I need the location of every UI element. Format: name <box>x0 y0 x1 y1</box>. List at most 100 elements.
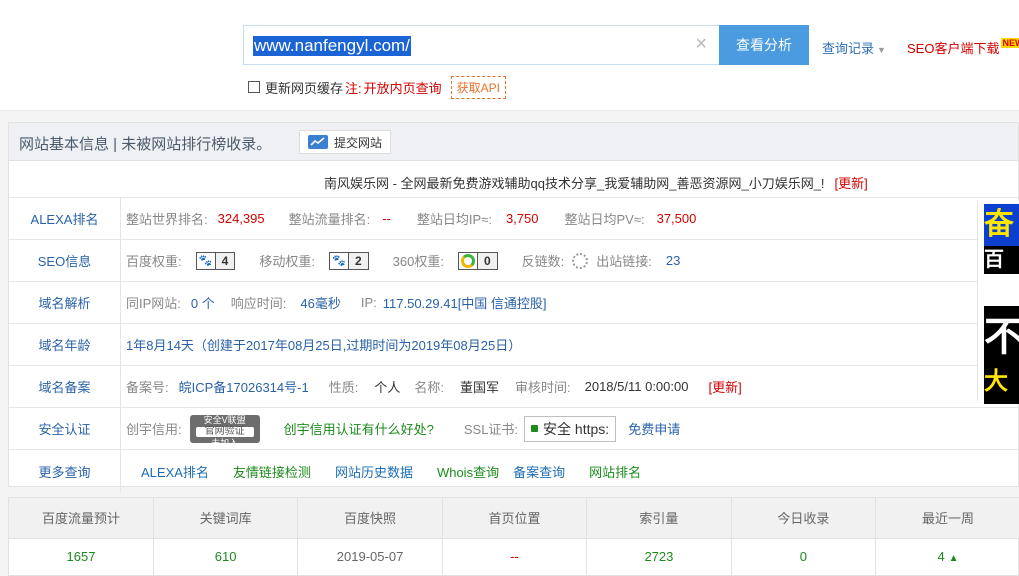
panel-header: 网站基本信息 | 未被网站排行榜收录。 提交网站 <box>9 123 1018 161</box>
traffic-rank-value: -- <box>382 211 391 226</box>
arrow-up-icon: ▲ <box>948 553 959 565</box>
icp-no-value[interactable]: 皖ICP备17026314号-1 <box>179 377 309 396</box>
more-link-history[interactable]: 网站历史数据 <box>335 462 413 481</box>
badge-bottom-text: 未加入 <box>211 437 239 448</box>
mobile-weight-badge[interactable]: 🐾 2 <box>328 251 369 270</box>
domain-label[interactable]: 域名解析 <box>9 282 121 323</box>
query-history-label[interactable]: 查询记录 <box>822 41 874 56</box>
stats-header: 最近一周 <box>875 498 1019 539</box>
keyword-count-value[interactable]: 610 <box>153 538 299 575</box>
alexa-body: 整站世界排名: 324,395 整站流量排名: -- 整站日均IP≈: 3,75… <box>121 198 1018 239</box>
site-info-panel: 网站基本信息 | 未被网站排行榜收录。 提交网站 南风娱乐网 - 全网最新免费游… <box>8 122 1019 492</box>
outlinks-value[interactable]: 23 <box>666 253 680 268</box>
submit-site-button[interactable]: 提交网站 <box>299 130 392 154</box>
open-inner-page-link[interactable]: 开放内页查询 <box>364 78 442 97</box>
update-title-link[interactable]: [更新] <box>835 176 868 191</box>
ssl-badge-label: 安全 https: <box>543 420 610 437</box>
lock-icon <box>531 425 539 432</box>
mobile-weight-key: 移动权重: <box>259 254 315 269</box>
refresh-cache-label[interactable]: 更新网页缓存 <box>265 78 343 97</box>
panel-title: 网站基本信息 | 未被网站排行榜收录。 <box>19 136 272 153</box>
more-queries-row: 更多查询 ALEXA排名 友情链接检测 网站历史数据 Whois查询 备案查询 … <box>9 450 1018 492</box>
seo-row: SEO信息 百度权重: 🐾 4 移动权重: 🐾 2 360权重: 0 反链数: 出站… <box>9 240 1018 282</box>
daily-ip-value: 3,750 <box>505 211 539 226</box>
same-ip-value[interactable]: 0 个 <box>191 293 215 312</box>
stats-header: 百度快照 <box>297 498 443 539</box>
icp-audit-value: 2018/5/11 0:00:00 <box>584 379 689 394</box>
stats-value-row: 1657 610 2019-05-07 -- 2723 0 4 ▲ <box>9 538 1019 575</box>
icp-name-key: 名称: <box>414 380 444 395</box>
alexa-row: ALEXA排名 整站世界排名: 324,395 整站流量排名: -- 整站日均I… <box>9 198 1018 240</box>
more-link-whois[interactable]: Whois查询 <box>437 462 499 481</box>
index-count-value[interactable]: 2723 <box>586 538 732 575</box>
icp-name-value: 董国军 <box>459 380 499 395</box>
get-api-link[interactable]: 获取API <box>450 75 506 99</box>
icp-update-link[interactable]: [更新] <box>708 377 741 396</box>
submit-site-label[interactable]: 提交网站 <box>334 134 382 151</box>
site-title-text: 南风娱乐网 - 全网最新免费游戏辅助qq技术分享_我爱辅助网_善恶资源网_小刀娱… <box>324 176 825 191</box>
more-link-site-rank[interactable]: 网站排名 <box>589 462 641 481</box>
today-indexed-value[interactable]: 0 <box>731 538 877 575</box>
icp-no-key: 备案号: <box>126 380 169 395</box>
trust-benefit-link[interactable]: 创宇信用认证有什么好处? <box>284 419 434 438</box>
baidu-snapshot-value[interactable]: 2019-05-07 <box>297 538 443 575</box>
ad-text-3: 大 <box>984 368 1008 395</box>
homepage-position-value: -- <box>442 538 588 575</box>
daily-ip-key: 整站日均IP≈: <box>416 212 492 227</box>
alexa-label[interactable]: ALEXA排名 <box>9 198 121 239</box>
ip-key: IP: <box>360 295 377 310</box>
ad-banner[interactable]: 奋 百度 不 大 <box>977 201 1019 404</box>
loading-spinner-icon <box>572 252 589 269</box>
world-rank-key: 整站世界排名: <box>126 212 208 227</box>
ssl-key: SSL证书: <box>463 422 519 437</box>
backlinks-key: 反链数: <box>521 254 565 269</box>
domain-body: 同IP网站: 0 个 响应时间: 46毫秒 IP: 117.50.29.41[中… <box>121 282 1018 323</box>
last-week-value[interactable]: 4 <box>937 549 944 564</box>
360-weight-key: 360权重: <box>392 254 444 269</box>
more-link-alexa[interactable]: ALEXA排名 <box>141 462 209 481</box>
same-ip-key: 同IP网站: <box>126 296 181 311</box>
security-row: 安全认证 创宇信用: 安全V联盟 官网验证 未加入 创宇信用认证有什么好处? S… <box>9 408 1018 450</box>
icp-type-key: 性质: <box>328 380 359 395</box>
more-link-icp[interactable]: 备案查询 <box>513 462 565 481</box>
more-queries-body: ALEXA排名 友情链接检测 网站历史数据 Whois查询 备案查询 网站排名 <box>121 450 1018 492</box>
baidu-weight-value: 4 <box>214 252 235 269</box>
ssl-https-badge[interactable]: 安全 https: <box>524 415 617 442</box>
more-link-friendlinks[interactable]: 友情链接检测 <box>233 462 311 481</box>
options-row: 更新网页缓存 注: 开放内页查询 获取API <box>248 75 506 99</box>
seo-client-download-link[interactable]: SEO客户端下载NEW <box>907 38 1019 57</box>
baidu-weight-badge[interactable]: 🐾 4 <box>195 251 236 270</box>
ip-value[interactable]: 117.50.29.41[中国 信通控股] <box>383 293 547 312</box>
note-prefix: 注: <box>345 80 362 96</box>
baidu-traffic-value[interactable]: 1657 <box>9 538 154 575</box>
free-apply-link[interactable]: 免费申请 <box>628 419 680 438</box>
more-queries-label[interactable]: 更多查询 <box>9 450 121 492</box>
query-history-dropdown[interactable]: 查询记录 ▼ <box>822 38 886 57</box>
analyze-button[interactable]: 查看分析 <box>719 25 809 65</box>
search-input-value[interactable]: www.nanfengyl.com/ <box>253 36 411 56</box>
icp-audit-key: 审核时间: <box>514 380 571 395</box>
official-verify-badge[interactable]: 安全V联盟 官网验证 未加入 <box>189 414 260 447</box>
clear-icon[interactable]: × <box>695 33 707 55</box>
domain-age-label[interactable]: 域名年龄 <box>9 324 121 365</box>
icp-label[interactable]: 域名备案 <box>9 366 121 407</box>
last-week-cell[interactable]: 4 ▲ <box>876 538 1019 575</box>
trend-chart-icon <box>308 135 328 149</box>
ad-image[interactable]: 奋 百度 不 大 <box>984 204 1019 404</box>
search-input[interactable]: www.nanfengyl.com/ × <box>243 25 720 65</box>
refresh-cache-checkbox[interactable] <box>248 81 260 93</box>
domain-row: 域名解析 同IP网站: 0 个 响应时间: 46毫秒 IP: 117.50.29… <box>9 282 1018 324</box>
seo-label[interactable]: SEO信息 <box>9 240 121 281</box>
domain-age-value[interactable]: 1年8月14天（创建于2017年08月25日,过期时间为2019年08月25日） <box>126 335 521 354</box>
seo-client-download-label[interactable]: SEO客户端下载 <box>907 41 999 56</box>
search-header: www.nanfengyl.com/ × 查看分析 查询记录 ▼ SEO客户端下载… <box>0 0 1019 111</box>
stats-header: 今日收录 <box>731 498 877 539</box>
baidu-paw-icon: 🐾 <box>196 252 215 269</box>
360-ring-icon <box>458 252 477 269</box>
360-weight-badge[interactable]: 0 <box>457 251 498 270</box>
outlinks-key: 出站链接: <box>596 254 652 269</box>
security-label[interactable]: 安全认证 <box>9 408 121 449</box>
stats-header-row: 百度流量预计 关键词库 百度快照 首页位置 索引量 今日收录 最近一周 <box>9 498 1019 539</box>
ad-blue-block: 奋 <box>984 204 1019 246</box>
response-time-key: 响应时间: <box>230 296 287 311</box>
